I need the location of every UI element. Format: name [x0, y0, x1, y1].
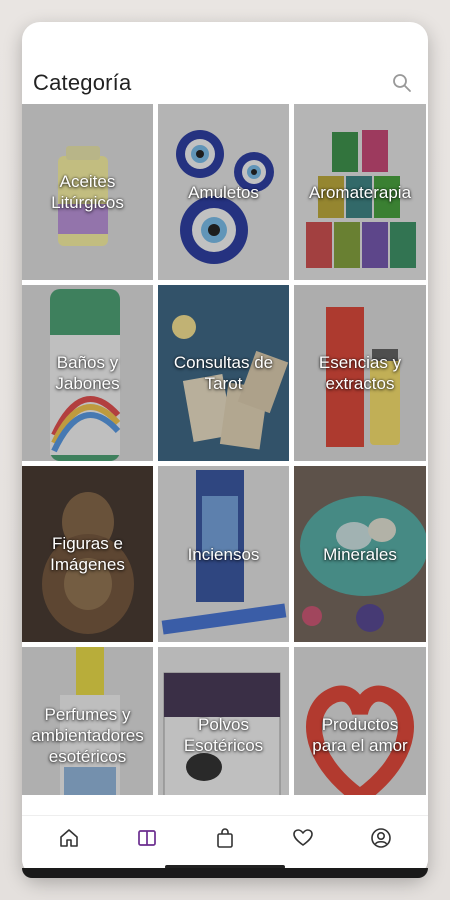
category-tile-tarot[interactable]: Consultas de Tarot — [158, 285, 289, 461]
category-label: Esencias y extractos — [318, 353, 402, 393]
category-tile-perfumes[interactable]: Perfumes y ambientadores esotéricos — [22, 647, 153, 795]
status-bar-area — [22, 22, 428, 62]
search-icon[interactable] — [390, 71, 414, 95]
profile-icon[interactable] — [363, 820, 399, 856]
category-label: Consultas de Tarot — [173, 353, 274, 393]
catalog-icon[interactable] — [129, 820, 165, 856]
category-label: Productos para el amor — [312, 715, 408, 755]
category-tile-amor[interactable]: Productos para el amor — [294, 647, 426, 795]
category-tile-polvos[interactable]: Polvos Esotéricos — [158, 647, 289, 795]
device-bottom-edge — [22, 868, 428, 878]
category-tile-amuletos[interactable]: Amuletos — [158, 104, 289, 280]
category-label: Figuras e Imágenes — [50, 534, 125, 574]
app-screen: Categoría Aceites Litúrgicos Amuletos Ar… — [22, 22, 428, 877]
shopping-bag-icon[interactable] — [207, 820, 243, 856]
category-grid: Aceites Litúrgicos Amuletos Aromaterapia… — [22, 104, 428, 795]
category-label: Inciensos — [187, 544, 260, 564]
category-tile-figuras[interactable]: Figuras e Imágenes — [22, 466, 153, 642]
category-tile-minerales[interactable]: Minerales — [294, 466, 426, 642]
home-icon[interactable] — [51, 820, 87, 856]
heart-icon[interactable] — [285, 820, 321, 856]
category-tile-inciensos[interactable]: Inciensos — [158, 466, 289, 642]
category-label: Aromaterapia — [308, 182, 412, 202]
page-title: Categoría — [33, 70, 132, 95]
category-tile-esencias[interactable]: Esencias y extractos — [294, 285, 426, 461]
category-label: Aceites Litúrgicos — [51, 172, 124, 212]
category-label: Polvos Esotéricos — [183, 715, 264, 755]
category-label: Amuletos — [188, 182, 259, 202]
category-tile-aceites[interactable]: Aceites Litúrgicos — [22, 104, 153, 280]
category-tile-aromaterapia[interactable]: Aromaterapia — [294, 104, 426, 280]
category-label: Baños y Jabones — [55, 353, 120, 393]
category-label: Minerales — [323, 544, 397, 564]
category-tile-banos[interactable]: Baños y Jabones — [22, 285, 153, 461]
category-label: Perfumes y ambientadores esotéricos — [31, 704, 144, 766]
header: Categoría — [22, 62, 428, 104]
